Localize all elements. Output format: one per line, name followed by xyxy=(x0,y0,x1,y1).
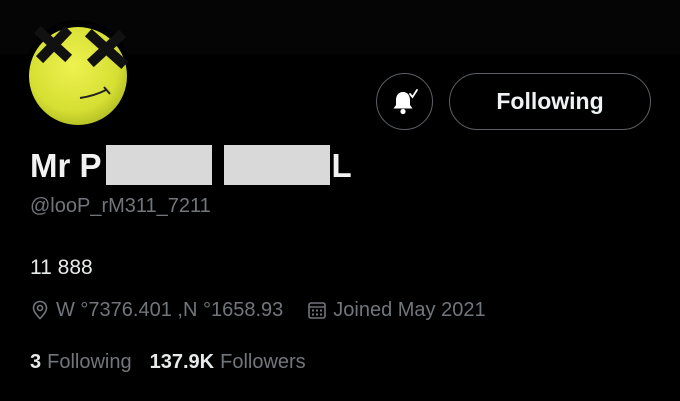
display-name-end: L xyxy=(331,146,352,184)
calendar-icon xyxy=(308,302,327,319)
location-pin-icon xyxy=(32,300,48,320)
profile-bio: 11 888 xyxy=(30,256,93,279)
location-item: W °7376.401 ,N °1658.93 xyxy=(30,299,283,322)
yellow-face-avatar-icon xyxy=(29,25,129,125)
follow-stats: 3 Following 137.9K Followers xyxy=(30,351,324,374)
profile-meta: W °7376.401 ,N °1658.93 Joined May 2021 xyxy=(30,297,486,323)
redaction-block xyxy=(223,145,330,185)
redaction-block xyxy=(105,145,212,185)
bell-check-icon xyxy=(393,88,418,114)
following-label: Following xyxy=(47,351,132,373)
followers-count: 137.9K xyxy=(149,351,215,373)
joined-item: Joined May 2021 xyxy=(307,298,486,322)
following-stat-link[interactable]: 3 Following xyxy=(30,351,132,374)
following-count: 3 xyxy=(30,351,42,373)
display-name-start: Mr P xyxy=(30,146,102,184)
following-button[interactable]: Following xyxy=(449,73,651,130)
followers-label: Followers xyxy=(220,351,306,373)
notifications-bell-button[interactable] xyxy=(376,73,433,130)
followers-stat-link[interactable]: 137.9K Followers xyxy=(150,351,306,374)
avatar[interactable] xyxy=(24,20,132,128)
display-name: Mr P L xyxy=(30,143,352,187)
user-handle: @looP_rM311_7211 xyxy=(30,195,211,217)
location-text: W °7376.401 ,N °1658.93 xyxy=(56,298,284,321)
joined-date-text: Joined May 2021 xyxy=(333,298,486,321)
